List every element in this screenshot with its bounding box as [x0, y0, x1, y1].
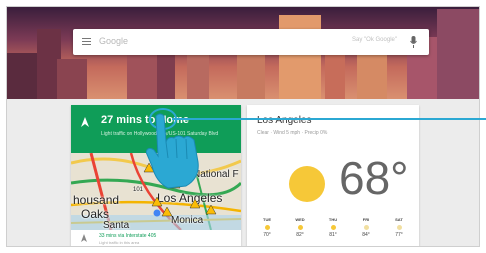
- hand-pointer-icon: [146, 113, 199, 189]
- route-subtext: Light traffic in this area: [99, 240, 140, 245]
- forecast-row: TUE 70° WED 82° THU 81° FRI 84° SAT 77°: [255, 217, 411, 245]
- search-placeholder: Google: [99, 36, 129, 46]
- callout-line: [172, 118, 486, 120]
- sun-icon: [289, 166, 325, 202]
- cards-area: 27 mins to Home Light traffic on Hollywo…: [7, 99, 479, 246]
- weather-city: Los Angeles: [257, 115, 312, 126]
- forecast-day: TUE 70°: [255, 217, 279, 245]
- weather-condition: Clear · Wind 5 mph · Precip 0%: [257, 130, 328, 136]
- forecast-day-label: TUE: [263, 217, 271, 222]
- forecast-day: FRI 84°: [354, 217, 378, 245]
- forecast-day-label: SAT: [395, 217, 403, 222]
- forecast-day: THU 81°: [321, 217, 345, 245]
- weather-temperature: 68°: [339, 152, 409, 204]
- sun-icon: [264, 225, 270, 230]
- forecast-temp: 82°: [296, 232, 304, 238]
- route-arrow-icon: [81, 234, 87, 242]
- search-bar[interactable]: Google Say "Ok Google": [73, 29, 429, 55]
- partly-sunny-icon: [363, 225, 369, 230]
- sun-icon: [297, 225, 303, 230]
- sun-icon: [330, 225, 336, 230]
- menu-icon[interactable]: [82, 38, 91, 46]
- forecast-day-label: FRI: [362, 217, 370, 222]
- forecast-temp: 84°: [362, 232, 370, 238]
- forecast-temp: 77°: [395, 232, 403, 238]
- route-text: 33 mins via Interstate 405: [99, 233, 157, 239]
- alternate-route[interactable]: 33 mins via Interstate 405 Light traffic…: [71, 230, 241, 246]
- weather-card[interactable]: Los Angeles Clear · Wind 5 mph · Precip …: [247, 105, 419, 246]
- forecast-temp: 81°: [329, 232, 337, 238]
- forecast-day-label: WED: [295, 217, 305, 222]
- hotword-hint: Say "Ok Google": [352, 37, 397, 43]
- forecast-day: SAT 77°: [387, 217, 411, 245]
- mic-icon[interactable]: [410, 36, 417, 48]
- header-background: Google Say "Ok Google": [7, 7, 479, 99]
- partly-sunny-icon: [396, 225, 402, 230]
- device-screen: Google Say "Ok Google" 27 mins to Home L…: [6, 6, 480, 247]
- navigation-arrow-icon: [81, 117, 89, 127]
- forecast-temp: 70°: [263, 232, 271, 238]
- forecast-day-label: THU: [328, 217, 338, 222]
- forecast-day: WED 82°: [288, 217, 312, 245]
